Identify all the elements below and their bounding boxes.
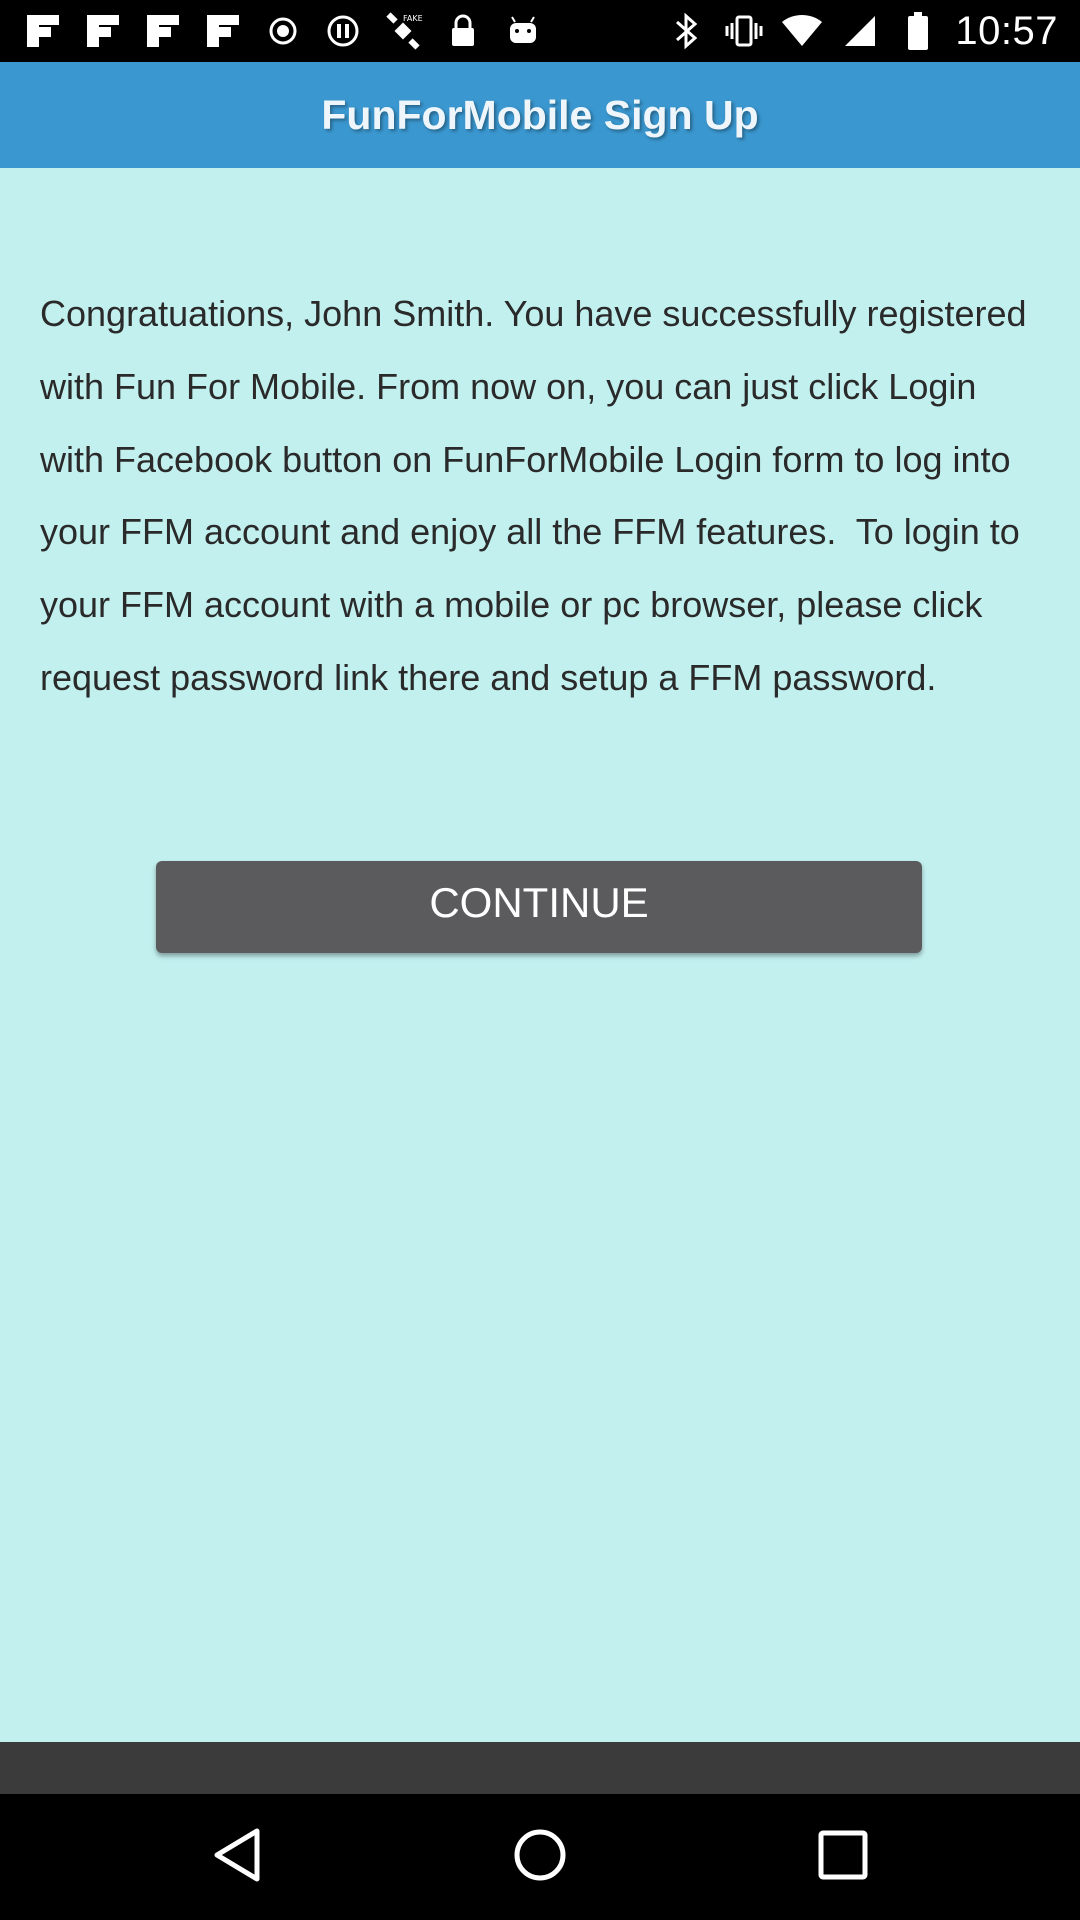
record-icon: [262, 10, 304, 52]
recents-icon: [817, 1829, 869, 1886]
navigation-bar: [0, 1794, 1080, 1920]
battery-icon: [897, 10, 939, 52]
registration-message: Congratuations, John Smith. You have suc…: [40, 293, 1037, 698]
blocked-icon: [322, 10, 364, 52]
continue-button[interactable]: CONTINUE: [156, 861, 922, 953]
notification-icons: FAKE: [22, 10, 544, 52]
main-content: Congratuations, John Smith. You have suc…: [0, 168, 1080, 1742]
back-button[interactable]: [202, 1822, 272, 1892]
app-header: FunForMobile Sign Up: [0, 62, 1080, 168]
bottom-bar: [0, 1742, 1080, 1794]
flipboard-icon: [82, 10, 124, 52]
continue-button-label: CONTINUE: [429, 879, 649, 926]
system-icons: 10:57: [665, 8, 1058, 53]
bluetooth-icon: [665, 10, 707, 52]
satellite-icon: FAKE: [382, 10, 424, 52]
vibrate-icon: [723, 10, 765, 52]
wifi-icon: [781, 10, 823, 52]
flipboard-icon: [142, 10, 184, 52]
clock: 10:57: [955, 8, 1058, 53]
android-icon: [502, 10, 544, 52]
flipboard-icon: [202, 10, 244, 52]
flipboard-icon: [22, 10, 64, 52]
page-title: FunForMobile Sign Up: [321, 91, 759, 138]
home-button[interactable]: [505, 1822, 575, 1892]
back-icon: [209, 1825, 265, 1890]
svg-text:FAKE: FAKE: [403, 14, 423, 23]
status-bar: FAKE 10:57: [0, 0, 1080, 62]
recents-button[interactable]: [808, 1822, 878, 1892]
home-icon: [512, 1827, 568, 1888]
signal-icon: [839, 10, 881, 52]
lock-icon: [442, 10, 484, 52]
